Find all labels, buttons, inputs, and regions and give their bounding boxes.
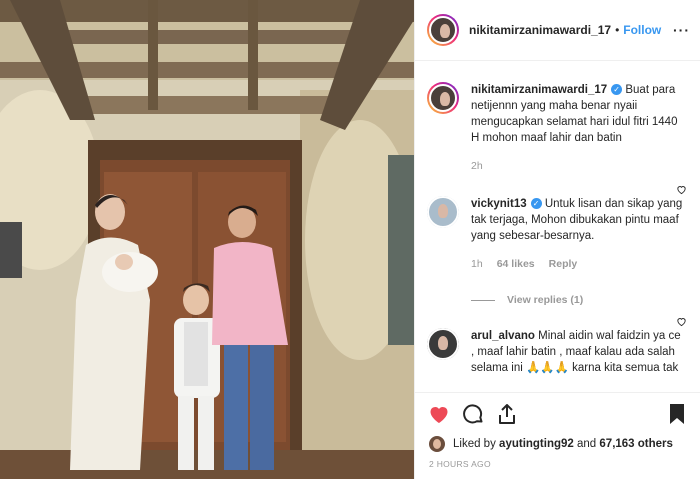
post-photo[interactable] bbox=[0, 0, 414, 479]
reply-button[interactable]: Reply bbox=[549, 256, 578, 272]
commenter-avatar[interactable] bbox=[427, 196, 459, 228]
caption-username[interactable]: nikitamirzanimawardi_17 bbox=[471, 84, 607, 96]
view-replies-button[interactable]: View replies (1) bbox=[471, 294, 700, 306]
liked-others-count[interactable]: 67,163 others bbox=[599, 438, 673, 450]
follow-button[interactable]: Follow bbox=[623, 23, 661, 37]
comment-time[interactable]: 1h bbox=[471, 256, 483, 272]
post-timestamp[interactable]: 2 HOURS AGO bbox=[415, 453, 700, 469]
liker-avatar[interactable] bbox=[429, 436, 445, 452]
bookmark-icon[interactable] bbox=[665, 402, 689, 426]
comment-item: arul_alvano Minal aidin wal faidzin ya c… bbox=[415, 306, 700, 376]
verified-badge-icon: ✓ bbox=[530, 198, 542, 210]
more-options-icon[interactable]: ··· bbox=[673, 22, 690, 38]
commenter-avatar[interactable] bbox=[427, 328, 459, 360]
view-replies-label[interactable]: View replies (1) bbox=[507, 294, 583, 306]
comment-heart-icon[interactable] bbox=[676, 184, 687, 195]
liked-and: and bbox=[577, 438, 597, 450]
verified-badge-icon: ✓ bbox=[611, 84, 623, 96]
author-username[interactable]: nikitamirzanimawardi_17 bbox=[469, 23, 611, 37]
likes-summary: Liked by ayutingting92 and 67,163 others bbox=[415, 435, 700, 453]
comment-likes[interactable]: 64 likes bbox=[497, 256, 535, 272]
comments-list[interactable]: nikitamirzanimawardi_17 ✓ Buat para netij… bbox=[415, 62, 700, 392]
caption-author-avatar[interactable] bbox=[427, 82, 459, 114]
commenter-username[interactable]: arul_alvano bbox=[471, 330, 535, 342]
author-avatar[interactable] bbox=[427, 14, 459, 46]
caption-item: nikitamirzanimawardi_17 ✓ Buat para netij… bbox=[415, 62, 700, 174]
replies-divider bbox=[471, 299, 495, 301]
post-actions: Liked by ayutingting92 and 67,163 others… bbox=[415, 392, 700, 479]
family-photo-image bbox=[0, 0, 414, 479]
comment-item: vickynit13 ✓ Untuk lisan dan sikap yang t… bbox=[415, 174, 700, 272]
share-icon[interactable] bbox=[495, 402, 519, 426]
comment-heart-icon[interactable] bbox=[676, 316, 687, 327]
commenter-username[interactable]: vickynit13 bbox=[471, 198, 527, 210]
comment-icon[interactable] bbox=[461, 402, 485, 426]
caption-time[interactable]: 2h bbox=[471, 158, 483, 174]
heart-icon[interactable] bbox=[427, 402, 451, 426]
liked-username[interactable]: ayutingting92 bbox=[499, 438, 574, 450]
separator-dot: • bbox=[615, 23, 620, 37]
post-header: nikitamirzanimawardi_17 • Follow ··· bbox=[415, 0, 700, 61]
post-side-panel: nikitamirzanimawardi_17 • Follow ··· nik… bbox=[414, 0, 700, 479]
liked-prefix: Liked by bbox=[453, 438, 496, 450]
